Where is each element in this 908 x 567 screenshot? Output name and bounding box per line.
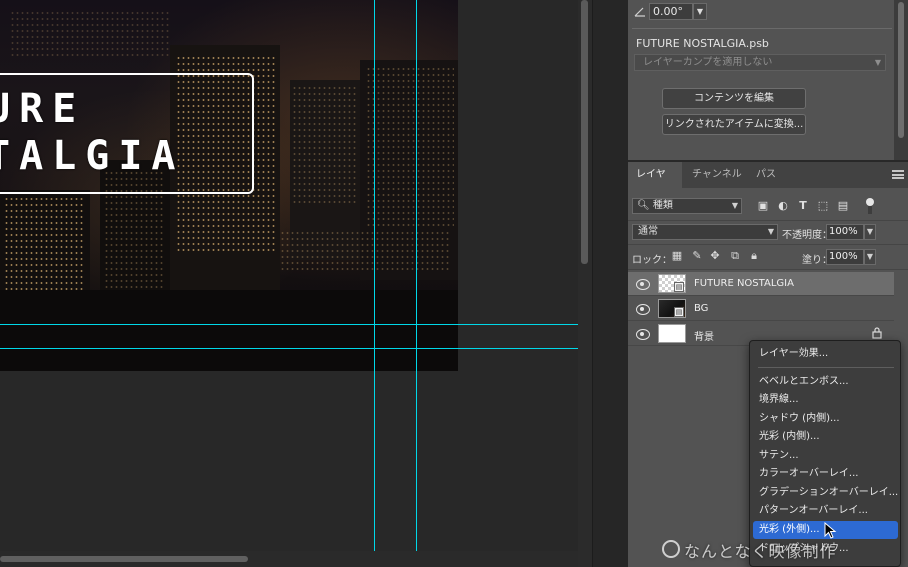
layer-row[interactable]: ▤ BG xyxy=(628,297,894,321)
adjustment-filter-icon[interactable]: ◐ xyxy=(776,199,790,213)
smart-object-icon: ▤ xyxy=(674,307,684,317)
layer-name[interactable]: FUTURE NOSTALGIA xyxy=(694,278,794,289)
tab-layers[interactable]: レイヤー xyxy=(628,162,682,206)
layer-name[interactable]: BG xyxy=(694,303,708,314)
logo-text-line-2: TALGIA xyxy=(0,133,185,179)
vertical-guide[interactable] xyxy=(374,0,375,551)
chevron-down-icon[interactable]: ▼ xyxy=(864,249,876,265)
smart-object-filter-icon[interactable]: ▤ xyxy=(836,199,850,213)
divider xyxy=(632,28,892,29)
edit-contents-button[interactable]: コンテンツを編集 xyxy=(662,88,806,109)
tab-channels[interactable]: チャンネル xyxy=(684,162,750,188)
panel-tab-bar: レイヤー チャンネル パス xyxy=(628,162,908,206)
type-filter-icon[interactable]: T xyxy=(796,199,810,213)
convert-to-linked-button[interactable]: リンクされたアイテムに変換... xyxy=(662,114,806,135)
lock-all-icon[interactable]: 🔒︎ xyxy=(747,249,761,263)
layer-row[interactable]: ▤ FUTURE NOSTALGIA xyxy=(628,272,894,296)
lock-label: ロック： xyxy=(632,255,672,266)
divider xyxy=(628,220,908,221)
angle-icon xyxy=(634,5,646,17)
menu-item-color-overlay[interactable]: カラーオーバーレイ... xyxy=(753,465,898,483)
tab-paths[interactable]: パス xyxy=(748,162,784,188)
opacity-label: 不透明度： xyxy=(782,230,832,241)
search-icon: 🔍︎ xyxy=(637,200,650,211)
lock-artboard-icon[interactable]: ⧉ xyxy=(728,249,742,263)
lock-image-pixels-icon[interactable]: ✎ xyxy=(690,249,704,263)
chevron-down-icon[interactable]: ▼ xyxy=(864,224,876,240)
menu-separator xyxy=(758,367,894,368)
watermark-logo-icon xyxy=(662,540,680,558)
lock-position-icon[interactable]: ✥ xyxy=(708,249,722,263)
layer-filter-select[interactable]: 🔍︎ 種類 ▼ xyxy=(632,198,742,214)
blend-mode-select[interactable]: 通常 ▼ xyxy=(632,224,778,240)
menu-item-bevel-emboss[interactable]: ベベルとエンボス... xyxy=(753,373,898,391)
watermark-text: なんとなく映像制作 xyxy=(684,542,837,561)
panel-dock-strip xyxy=(592,0,628,567)
filter-kind-label: 種類 xyxy=(652,200,673,211)
divider xyxy=(628,269,908,270)
horizontal-guide[interactable] xyxy=(0,324,578,325)
vertical-guide[interactable] xyxy=(416,0,417,551)
menu-item-gradient-overlay[interactable]: グラデーションオーバーレイ... xyxy=(753,484,898,502)
smart-object-icon: ▤ xyxy=(674,282,684,292)
menu-item-stroke[interactable]: 境界線... xyxy=(753,391,898,409)
logo-text-line-1: URE xyxy=(0,86,86,132)
chevron-down-icon: ▼ xyxy=(767,227,774,236)
eye-icon[interactable] xyxy=(636,329,650,340)
fill-input[interactable]: 100% xyxy=(826,249,864,265)
eye-icon[interactable] xyxy=(636,304,650,315)
image-filter-icon[interactable]: ▣ xyxy=(756,199,770,213)
properties-scrollbar[interactable] xyxy=(894,0,908,160)
horizontal-guide[interactable] xyxy=(0,348,578,349)
document-canvas[interactable]: URE TALGIA xyxy=(0,0,578,551)
canvas-horizontal-scrollbar[interactable] xyxy=(0,551,578,567)
smart-object-filename: FUTURE NOSTALGIA.psb xyxy=(636,37,769,50)
menu-item-pattern-overlay[interactable]: パターンオーバーレイ... xyxy=(753,502,898,520)
lock-icon xyxy=(872,327,882,339)
filter-toggle[interactable] xyxy=(866,198,874,214)
angle-input[interactable]: 0.00° xyxy=(649,3,693,20)
chevron-down-icon[interactable]: ▼ xyxy=(693,3,707,20)
eye-icon[interactable] xyxy=(636,279,650,290)
layer-thumbnail xyxy=(658,324,686,343)
panel-menu-icon[interactable] xyxy=(892,170,904,179)
layer-comp-select[interactable]: レイヤーカンプを適用しない ▼ xyxy=(634,54,886,71)
opacity-input[interactable]: 100% xyxy=(826,224,864,240)
chevron-down-icon: ▼ xyxy=(731,201,738,210)
properties-panel xyxy=(628,0,894,160)
scrollbar-thumb[interactable] xyxy=(898,2,904,138)
scrollbar-thumb[interactable] xyxy=(581,0,588,264)
menu-item-inner-glow[interactable]: 光彩 (内側)... xyxy=(753,428,898,446)
layer-comp-label: レイヤーカンプを適用しない xyxy=(643,57,773,68)
menu-item-layer-effects[interactable]: レイヤー効果... xyxy=(753,345,898,363)
shape-filter-icon[interactable]: ⬚ xyxy=(816,199,830,213)
menu-item-inner-shadow[interactable]: シャドウ (内側)... xyxy=(753,410,898,428)
divider xyxy=(628,244,908,245)
chevron-down-icon: ▼ xyxy=(874,58,881,67)
blend-mode-label: 通常 xyxy=(638,226,658,237)
scrollbar-thumb[interactable] xyxy=(0,556,248,562)
canvas-vertical-scrollbar[interactable] xyxy=(578,0,592,567)
lock-transparent-pixels-icon[interactable]: ▦ xyxy=(670,249,684,263)
menu-item-satin[interactable]: サテン... xyxy=(753,447,898,465)
layer-name[interactable]: 背景 xyxy=(694,328,714,343)
